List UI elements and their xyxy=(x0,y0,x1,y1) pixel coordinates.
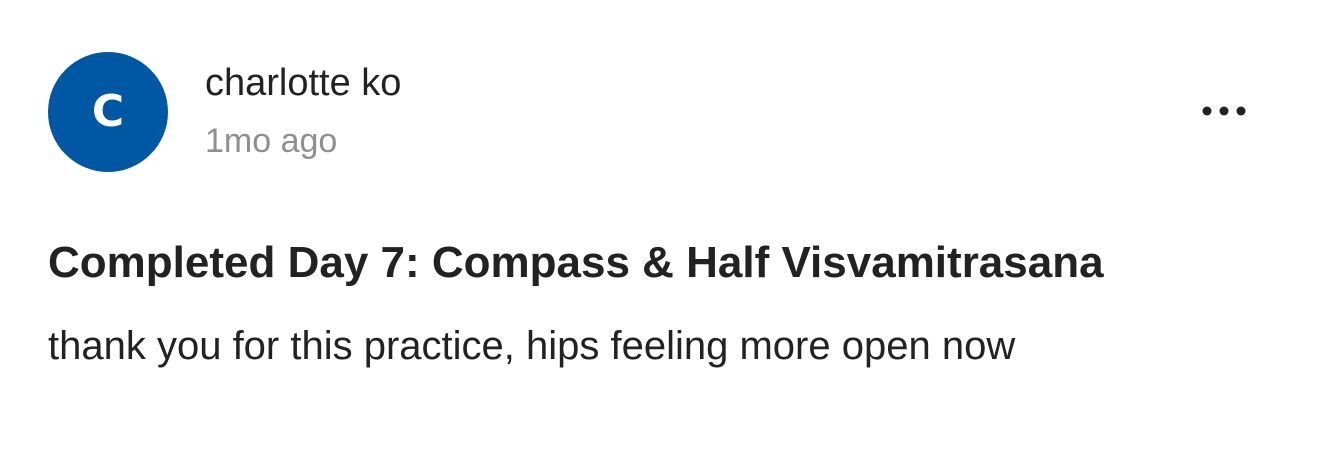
avatar[interactable]: c xyxy=(48,52,168,172)
post-title: Completed Day 7: Compass & Half Visvamit… xyxy=(48,238,1104,287)
avatar-initial: c xyxy=(91,86,125,137)
more-options-button[interactable] xyxy=(1192,88,1256,134)
post-card: c charlotte ko 1mo ago Completed Day 7: … xyxy=(0,0,1320,454)
more-horizontal-icon xyxy=(1200,105,1248,117)
post-timestamp: 1mo ago xyxy=(205,122,338,160)
post-body: thank you for this practice, hips feelin… xyxy=(48,324,1016,368)
author-name[interactable]: charlotte ko xyxy=(205,60,401,106)
